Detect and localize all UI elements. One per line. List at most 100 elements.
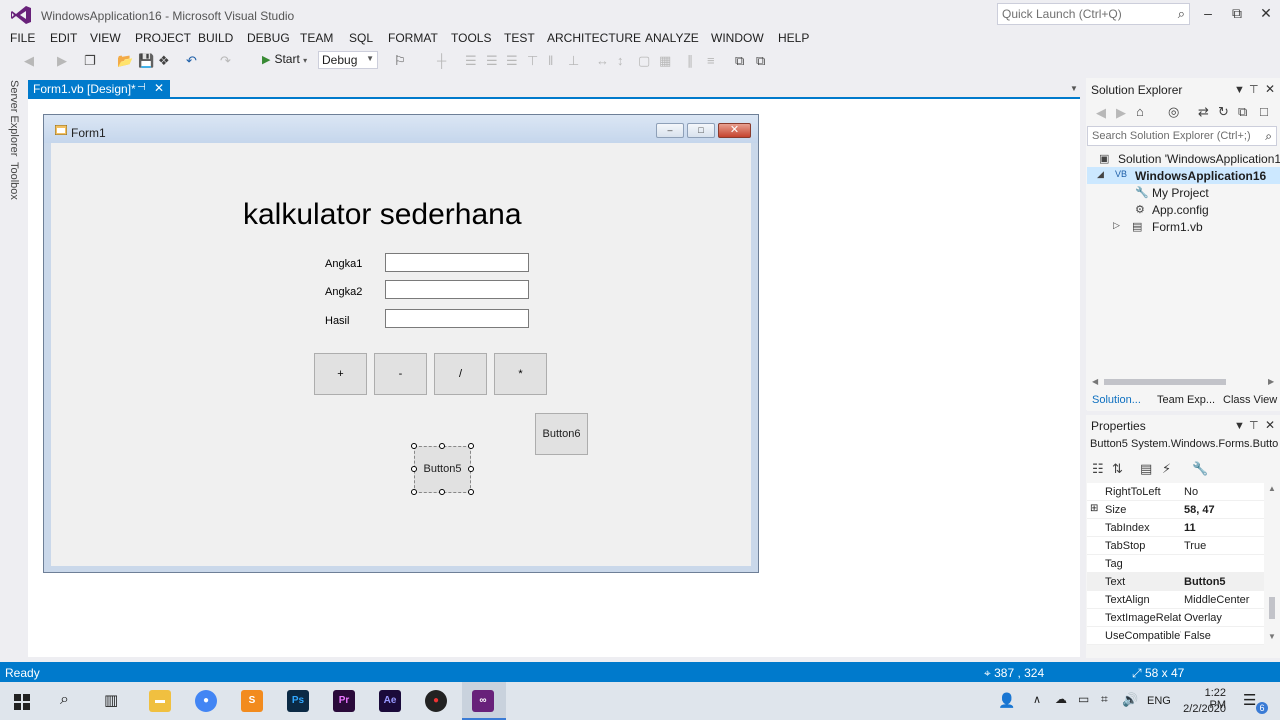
- property-row[interactable]: TextAlign MiddleCenter: [1087, 591, 1264, 609]
- toolbox-tab[interactable]: Toolbox: [8, 162, 20, 200]
- battery-icon[interactable]: ▭: [1078, 692, 1089, 706]
- photoshop-icon[interactable]: Ps: [287, 690, 309, 712]
- refresh-icon[interactable]: ↻: [1218, 104, 1229, 120]
- collapsed-triangle-icon[interactable]: ▷: [1113, 220, 1120, 231]
- menu-edit[interactable]: EDIT: [50, 31, 77, 45]
- sync-icon[interactable]: ⇄: [1198, 104, 1209, 120]
- premiere-icon[interactable]: Pr: [333, 690, 355, 712]
- new-project-icon[interactable]: ❐: [84, 53, 96, 69]
- align-top-icon[interactable]: ⊤: [527, 53, 538, 69]
- scroll-thumb[interactable]: [1104, 379, 1226, 385]
- menu-format[interactable]: FORMAT: [388, 31, 438, 45]
- after-effects-icon[interactable]: Ae: [379, 690, 401, 712]
- menu-window[interactable]: WINDOW: [711, 31, 764, 45]
- save-icon[interactable]: 💾: [138, 53, 154, 69]
- menu-view[interactable]: VIEW: [90, 31, 121, 45]
- align-grid-icon[interactable]: ┼: [437, 53, 446, 68]
- menu-file[interactable]: FILE: [10, 31, 35, 45]
- resize-handle-sw[interactable]: [411, 489, 417, 495]
- clock-date[interactable]: 2/2/2020: [1180, 703, 1226, 715]
- properties-vertical-scrollbar[interactable]: ▲ ▼: [1266, 484, 1278, 644]
- recorder-icon[interactable]: ●: [425, 690, 447, 712]
- visual-studio-taskbar-icon[interactable]: ∞: [472, 690, 494, 712]
- minimize-button[interactable]: –: [1194, 4, 1222, 22]
- align-center-icon[interactable]: ☰: [486, 53, 498, 69]
- form1-client-area[interactable]: kalkulator sederhana Angka1 Angka2 Hasil…: [51, 143, 751, 566]
- quick-launch-input[interactable]: [1002, 6, 1167, 22]
- horizontal-spacing-icon[interactable]: ∥: [687, 53, 694, 69]
- open-file-icon[interactable]: 📂: [117, 53, 133, 69]
- scroll-thumb[interactable]: [1269, 597, 1275, 619]
- menu-tools[interactable]: TOOLS: [451, 31, 491, 45]
- server-explorer-tab[interactable]: Server Explorer: [8, 80, 20, 156]
- resize-handle-ne[interactable]: [468, 443, 474, 449]
- tree-item-project[interactable]: ◢ VB WindowsApplication16: [1087, 167, 1280, 184]
- solution-horizontal-scrollbar[interactable]: ◀ ▶: [1088, 377, 1278, 387]
- align-left-icon[interactable]: ☰: [465, 53, 477, 69]
- send-to-back-icon[interactable]: ⧉: [756, 53, 765, 69]
- tree-item-app-config[interactable]: ⚙ App.config: [1087, 201, 1280, 218]
- close-icon[interactable]: ✕: [1265, 418, 1275, 432]
- calculator-heading-label[interactable]: kalkulator sederhana: [243, 198, 522, 232]
- property-value[interactable]: Button5: [1184, 576, 1226, 588]
- properties-object-selector[interactable]: Button5 System.Windows.Forms.Button: [1090, 438, 1278, 456]
- label-hasil[interactable]: Hasil: [325, 315, 349, 327]
- undo-icon[interactable]: ↶: [186, 53, 197, 69]
- collapse-all-icon[interactable]: ⧉: [1238, 104, 1247, 120]
- file-explorer-icon[interactable]: ▬: [149, 690, 171, 712]
- property-value[interactable]: 58, 47: [1184, 504, 1215, 516]
- expanded-triangle-icon[interactable]: ◢: [1097, 169, 1104, 180]
- menu-analyze[interactable]: ANALYZE: [645, 31, 699, 45]
- chevron-up-icon[interactable]: ∧: [1033, 693, 1041, 706]
- events-icon[interactable]: ⚡: [1162, 461, 1171, 477]
- label-angka2[interactable]: Angka2: [325, 286, 362, 298]
- panel-menu-icon[interactable]: ▼: [1234, 420, 1245, 432]
- notification-icon[interactable]: ☰: [1243, 691, 1256, 709]
- back-icon[interactable]: ◀: [1096, 105, 1106, 121]
- property-row[interactable]: Tag: [1087, 555, 1264, 573]
- forward-icon[interactable]: ▶: [1116, 105, 1126, 121]
- property-row-selected[interactable]: Text Button5: [1087, 573, 1264, 591]
- task-view-icon[interactable]: ▥: [104, 691, 118, 709]
- property-row[interactable]: TabIndex 11: [1087, 519, 1264, 537]
- scroll-left-icon[interactable]: ◀: [1092, 377, 1098, 386]
- panel-menu-icon[interactable]: ▼: [1234, 84, 1245, 96]
- property-row[interactable]: TabStop True: [1087, 537, 1264, 555]
- bring-to-front-icon[interactable]: ⧉: [735, 53, 744, 69]
- pin-icon[interactable]: ⊤: [1249, 83, 1259, 96]
- find-icon[interactable]: ⚐: [394, 53, 406, 69]
- sublime-icon[interactable]: S: [241, 690, 263, 712]
- make-same-size-icon[interactable]: ▢: [638, 53, 650, 69]
- pin-icon[interactable]: ⊣: [137, 82, 146, 93]
- close-icon[interactable]: ✕: [154, 81, 164, 95]
- back-icon[interactable]: ◀: [24, 53, 34, 69]
- button5-selected[interactable]: Button5: [414, 446, 471, 493]
- tab-class-view[interactable]: Class View: [1223, 394, 1277, 406]
- close-button[interactable]: ✕: [1252, 4, 1280, 22]
- document-tab-form1-design[interactable]: Form1.vb [Design]* ⊣ ✕: [28, 80, 170, 98]
- align-middle-icon[interactable]: ‖: [548, 53, 553, 68]
- menu-help[interactable]: HELP: [778, 31, 809, 45]
- pin-icon[interactable]: ⊤: [1249, 419, 1259, 432]
- scroll-up-icon[interactable]: ▲: [1268, 484, 1276, 493]
- chevron-down-icon[interactable]: ▼: [1070, 84, 1078, 93]
- alphabetical-icon[interactable]: ⇅: [1112, 461, 1123, 477]
- resize-handle-n[interactable]: [439, 443, 445, 449]
- property-row[interactable]: RightToLeft No: [1087, 483, 1264, 501]
- textbox-angka1[interactable]: [385, 253, 529, 272]
- form1-window[interactable]: Form1 – □ ✕ kalkulator sederhana Angka1 …: [43, 114, 759, 573]
- button6[interactable]: Button6: [535, 413, 588, 455]
- pending-changes-icon[interactable]: ◎: [1168, 104, 1179, 120]
- tab-solution-explorer[interactable]: Solution...: [1092, 394, 1141, 406]
- subtract-button[interactable]: -: [374, 353, 427, 395]
- language-indicator[interactable]: ENG: [1147, 695, 1171, 707]
- network-icon[interactable]: ⌗: [1101, 692, 1108, 707]
- tree-item-form1[interactable]: ▷ ▤ Form1.vb: [1087, 218, 1280, 235]
- redo-icon[interactable]: ↷: [220, 53, 231, 69]
- close-icon[interactable]: ✕: [1265, 82, 1275, 96]
- search-icon[interactable]: ⌕: [60, 691, 69, 709]
- menu-sql[interactable]: SQL: [349, 31, 373, 45]
- windows-start-icon[interactable]: [14, 694, 30, 710]
- menu-build[interactable]: BUILD: [198, 31, 233, 45]
- textbox-angka2[interactable]: [385, 280, 529, 299]
